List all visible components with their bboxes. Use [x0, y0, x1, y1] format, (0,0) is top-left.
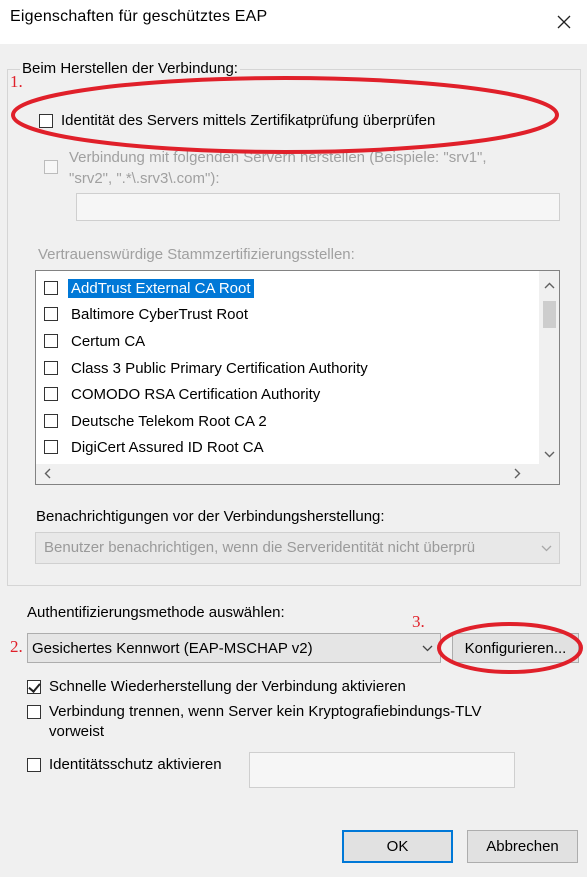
identity-privacy-option[interactable]: Identitätsschutz aktivieren	[27, 756, 222, 773]
scroll-corner	[539, 464, 559, 484]
cancel-button[interactable]: Abbrechen	[467, 830, 578, 863]
chevron-down-icon	[541, 545, 552, 552]
trusted-roots-list[interactable]: AddTrust External CA Root Baltimore Cybe…	[35, 270, 560, 485]
list-item-label: AddTrust External CA Root	[68, 278, 254, 298]
list-item[interactable]: DigiCert Assured ID Root CA	[44, 434, 267, 460]
notifications-label: Benachrichtigungen vor der Verbindungshe…	[36, 508, 385, 525]
title-bar: Eigenschaften für geschütztes EAP	[0, 0, 587, 44]
list-item-checkbox[interactable]	[44, 440, 58, 454]
scroll-down-icon[interactable]	[544, 448, 555, 460]
scroll-left-icon[interactable]	[44, 468, 51, 481]
notifications-value: Benutzer benachrichtigen, wenn die Serve…	[44, 539, 476, 556]
list-item-checkbox[interactable]	[44, 307, 58, 321]
vertical-scrollbar[interactable]	[539, 271, 559, 464]
fast-reconnect-label: Schnelle Wiederherstellung der Verbindun…	[49, 678, 406, 695]
identity-privacy-checkbox[interactable]	[27, 757, 41, 772]
fast-reconnect-checkbox[interactable]	[27, 679, 41, 694]
annotation-number-1: 1.	[10, 72, 23, 91]
notifications-dropdown[interactable]: Benutzer benachrichtigen, wenn die Serve…	[35, 532, 560, 564]
connect-servers-checkbox[interactable]	[44, 160, 58, 174]
list-item-checkbox[interactable]	[44, 334, 58, 348]
auth-method-label: Authentifizierungsmethode auswählen:	[27, 604, 285, 621]
disconnect-tlv-label-line1: Verbindung trennen, wenn Server kein Kry…	[49, 703, 482, 720]
disconnect-tlv-label: Verbindung trennen, wenn Server kein Kry…	[49, 702, 482, 742]
list-item[interactable]: Baltimore CyberTrust Root	[44, 301, 251, 327]
list-item-label: DigiCert Assured ID Root CA	[71, 438, 264, 456]
auth-method-dropdown[interactable]: Gesichertes Kennwort (EAP-MSCHAP v2)	[27, 633, 441, 663]
disconnect-tlv-checkbox[interactable]	[27, 705, 41, 719]
list-item-label: COMODO RSA Certification Authority	[71, 385, 321, 403]
list-item-label: Deutsche Telekom Root CA 2	[71, 412, 267, 430]
list-item-label: Class 3 Public Primary Certification Aut…	[71, 359, 368, 377]
connect-servers-label-line1: Verbindung mit folgenden Servern herstel…	[69, 149, 487, 166]
list-item[interactable]: Class 3 Public Primary Certification Aut…	[44, 355, 371, 381]
horizontal-scrollbar[interactable]	[36, 464, 541, 484]
list-item[interactable]: Certum CA	[44, 328, 148, 354]
annotation-number-2: 2.	[10, 637, 23, 656]
verify-cert-checkbox[interactable]	[39, 113, 53, 128]
list-item-label: Baltimore CyberTrust Root	[71, 305, 248, 323]
list-item-label: Certum CA	[71, 332, 146, 350]
vertical-scroll-thumb[interactable]	[543, 301, 556, 328]
servers-input[interactable]	[76, 193, 560, 221]
list-item-checkbox[interactable]	[44, 281, 58, 295]
scroll-right-icon[interactable]	[514, 468, 521, 481]
list-item[interactable]: AddTrust External CA Root	[44, 275, 254, 301]
fast-reconnect-option[interactable]: Schnelle Wiederherstellung der Verbindun…	[27, 678, 406, 695]
chevron-down-icon	[422, 645, 433, 652]
window-title: Eigenschaften für geschütztes EAP	[10, 8, 268, 25]
connect-servers-label: Verbindung mit folgenden Servern herstel…	[69, 147, 487, 189]
trusted-roots-label: Vertrauenswürdige Stammzertifizierungsst…	[38, 246, 355, 263]
list-item-checkbox[interactable]	[44, 414, 58, 428]
disconnect-tlv-label-line2: vorweist	[49, 723, 105, 740]
connect-servers-label-line2: "srv2", ".*\.srv3\.com"):	[69, 170, 220, 187]
close-icon	[557, 15, 571, 29]
identity-privacy-input[interactable]	[249, 752, 515, 788]
connection-group-label: Beim Herstellen der Verbindung:	[20, 60, 240, 77]
close-button[interactable]	[541, 0, 587, 44]
annotation-number-3: 3.	[412, 612, 425, 631]
list-item[interactable]: Deutsche Telekom Root CA 2	[44, 408, 270, 434]
list-item[interactable]: COMODO RSA Certification Authority	[44, 381, 323, 407]
list-item-checkbox[interactable]	[44, 387, 58, 401]
verify-cert-option[interactable]: Identität des Servers mittels Zertifikat…	[39, 112, 435, 129]
scroll-up-icon[interactable]	[544, 279, 555, 291]
list-item-checkbox[interactable]	[44, 361, 58, 375]
verify-cert-label: Identität des Servers mittels Zertifikat…	[61, 112, 436, 129]
identity-privacy-label: Identitätsschutz aktivieren	[49, 756, 222, 773]
ok-button[interactable]: OK	[342, 830, 453, 863]
auth-method-value: Gesichertes Kennwort (EAP-MSCHAP v2)	[32, 640, 313, 657]
configure-button[interactable]: Konfigurieren...	[452, 633, 579, 663]
